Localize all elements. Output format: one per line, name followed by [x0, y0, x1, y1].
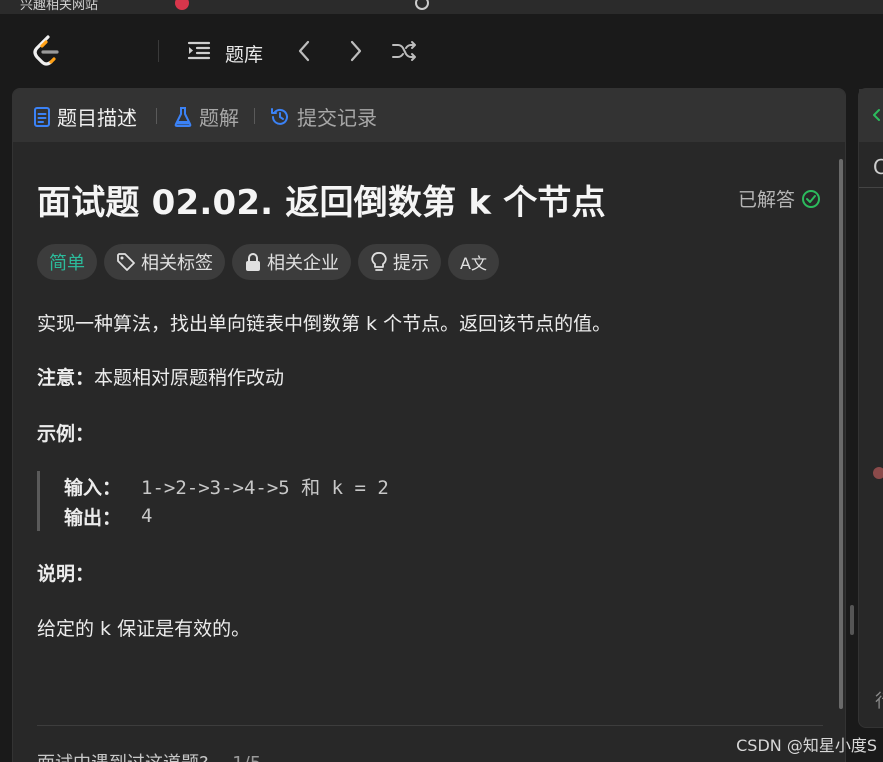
code-panel-footer-text: 行: [875, 687, 883, 713]
leetcode-logo[interactable]: [30, 34, 62, 68]
solved-status-label: 已解答: [737, 189, 795, 211]
panel-scrollbar[interactable]: [839, 159, 843, 709]
problem-description: 实现一种算法，找出单向链表中倒数第 k 个节点。返回该节点的值。: [37, 313, 612, 335]
related-companies-button[interactable]: 相关企业: [232, 244, 351, 280]
hint-button[interactable]: 提示: [358, 244, 441, 280]
history-icon: [271, 107, 288, 125]
shuffle-icon[interactable]: [391, 38, 417, 64]
input-value: 1->2->3->4->5 和 k = 2: [141, 476, 389, 499]
list-indent-icon[interactable]: [186, 38, 212, 64]
code-icon: [873, 109, 880, 121]
problem-panel: 题目描述 题解 提交记录 面试题 02.02. 返回倒数第 k 个节点 已解答: [12, 88, 846, 762]
interview-question-row[interactable]: 面试中遇到过这道题? 1/5: [37, 749, 261, 762]
interview-count: 1/5: [232, 753, 261, 762]
translate-icon: A文: [460, 254, 487, 273]
watermark: CSDN @知星小度S: [736, 736, 877, 755]
document-icon: [34, 106, 50, 127]
problem-list-link[interactable]: 题库: [225, 40, 263, 67]
example-block: 输入： 1->2->3->4->5 和 k = 2 输出： 4: [37, 471, 389, 531]
tab-submissions[interactable]: 提交记录: [269, 102, 377, 131]
tab-divider: [156, 108, 157, 124]
code-panel-header: [859, 89, 883, 142]
lock-icon: [246, 253, 260, 271]
explain-heading: 说明：: [37, 563, 95, 585]
output-label: 输出：: [64, 506, 122, 529]
difficulty-badge: 简单: [37, 244, 97, 280]
example-output-row: 输出： 4: [64, 501, 389, 531]
code-panel-divider: [859, 187, 883, 188]
tab-description-label: 题目描述: [57, 106, 137, 130]
explain-text: 给定的 k 保证是有效的。: [37, 618, 251, 640]
tab-divider: [254, 108, 255, 124]
example-input-row: 输入： 1->2->3->4->5 和 k = 2: [64, 471, 389, 501]
related-tags-label: 相关标签: [141, 253, 213, 274]
globe-icon: [415, 0, 429, 10]
related-companies-label: 相关企业: [267, 253, 339, 274]
note-paragraph: 注意：本题相对原题稍作改动: [37, 363, 284, 390]
chevron-right-icon[interactable]: [342, 38, 368, 64]
language-selector[interactable]: C: [873, 155, 883, 179]
problem-title: 面试题 02.02. 返回倒数第 k 个节点: [37, 183, 606, 223]
bookmarks-bar: 兴趣相关网站: [0, 0, 883, 14]
tab-submissions-label: 提交记录: [297, 106, 377, 130]
note-text: 本题相对原题稍作改动: [94, 367, 285, 389]
solved-status: 已解答: [738, 185, 821, 212]
top-nav: 题库: [0, 14, 883, 88]
input-label: 输入：: [64, 476, 122, 499]
content-divider: [37, 725, 823, 726]
bookmark-item[interactable]: 兴趣相关网站: [20, 0, 98, 13]
example-heading: 示例：: [37, 423, 95, 445]
tab-solutions-label: 题解: [199, 106, 239, 130]
tag-row: 简单 相关标签 相关企业 提示 A文: [37, 244, 506, 280]
tab-solutions[interactable]: 题解: [173, 102, 239, 131]
note-label: 注意：: [37, 367, 95, 389]
tab-bar: 题目描述 题解 提交记录: [13, 89, 845, 142]
nav-divider: [158, 40, 159, 62]
chevron-left-icon[interactable]: [292, 38, 318, 64]
related-tags-button[interactable]: 相关标签: [104, 244, 225, 280]
flask-icon: [174, 106, 192, 127]
check-circle-icon: [802, 189, 820, 208]
tag-icon: [117, 253, 135, 271]
code-panel: C 行: [858, 88, 883, 728]
hint-label: 提示: [393, 253, 429, 274]
interview-prompt: 面试中遇到过这道题?: [37, 753, 209, 762]
output-value: 4: [141, 505, 153, 527]
lightbulb-icon: [371, 252, 387, 271]
breakpoint-dot[interactable]: [873, 467, 883, 479]
tab-description[interactable]: 题目描述: [33, 102, 137, 131]
panel-resize-handle[interactable]: [850, 605, 854, 635]
bookmark-favicon: [175, 0, 189, 10]
translate-button[interactable]: A文: [448, 244, 499, 280]
